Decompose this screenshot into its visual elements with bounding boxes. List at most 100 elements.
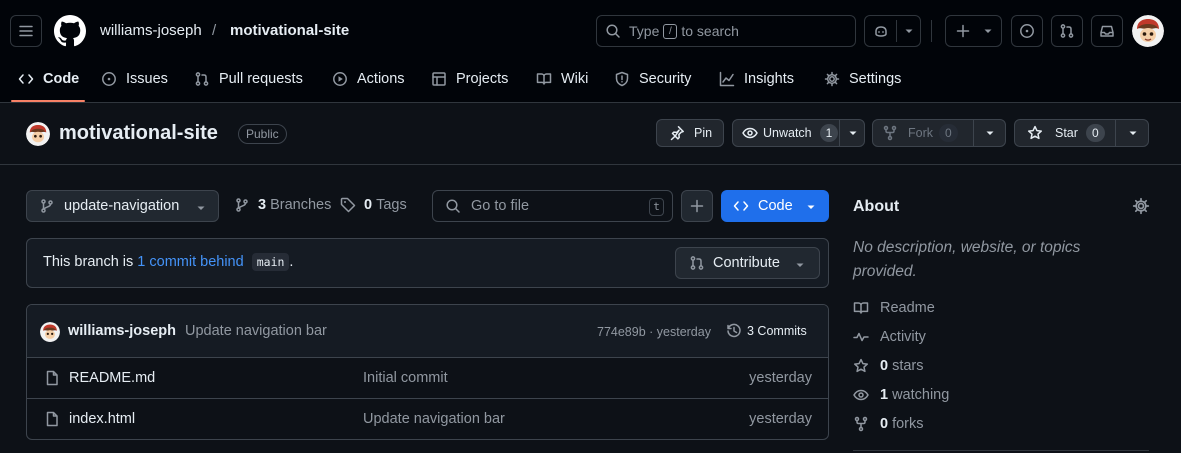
tab-label: Security — [639, 71, 692, 87]
tab-security[interactable]: Security — [614, 68, 691, 90]
tab-label: Projects — [456, 71, 509, 87]
issues-button[interactable] — [1011, 15, 1043, 47]
issue-icon — [102, 72, 116, 86]
breadcrumb-repo[interactable]: motivational-site — [230, 22, 349, 39]
github-logo-icon[interactable] — [54, 15, 86, 47]
create-new-button[interactable] — [945, 15, 1002, 47]
unwatch-button[interactable]: Unwatch 1 — [732, 119, 865, 147]
inbox-button[interactable] — [1091, 15, 1123, 47]
pull-requests-button[interactable] — [1051, 15, 1083, 47]
search-icon — [446, 199, 460, 213]
menu-button[interactable] — [10, 15, 42, 47]
chevron-down-icon — [849, 131, 856, 135]
go-to-file-input[interactable]: Go to file t — [432, 190, 673, 222]
tab-pull-requests[interactable]: Pull requests — [194, 68, 303, 90]
readme-link[interactable]: Readme — [853, 300, 935, 316]
star-dropdown[interactable] — [1115, 120, 1149, 146]
file-commit-message[interactable]: Initial commit — [363, 370, 448, 386]
branch-status-suffix: . — [289, 254, 294, 270]
chevron-down-icon — [905, 29, 913, 33]
code-icon — [733, 201, 749, 211]
search-prefix: Type — [629, 23, 660, 39]
tag-icon — [340, 197, 356, 213]
file-icon — [46, 370, 58, 386]
pin-button[interactable]: Pin — [656, 119, 724, 147]
file-commit-time: yesterday — [749, 411, 812, 427]
code-icon — [18, 74, 34, 84]
stars-link[interactable]: 0 stars — [853, 358, 924, 374]
tab-code[interactable]: Code — [18, 68, 79, 90]
breadcrumb-owner[interactable]: williams-joseph — [100, 22, 202, 39]
contribute-button[interactable]: Contribute — [675, 247, 820, 279]
eye-icon — [853, 389, 869, 401]
commits-count-label: 3 Commits — [747, 324, 807, 338]
commit-meta[interactable]: 774e89b · yesterday — [597, 325, 711, 339]
branch-icon — [41, 199, 53, 213]
commits-history-link[interactable]: 3 Commits — [726, 323, 807, 339]
watch-count: 1 — [819, 124, 839, 142]
chevron-down-icon — [197, 206, 205, 210]
tab-settings[interactable]: Settings — [824, 68, 901, 90]
tab-label: Issues — [126, 71, 168, 87]
gear-icon — [824, 71, 840, 87]
star-icon — [1027, 125, 1043, 140]
stars-count: 0 — [880, 358, 889, 374]
tab-insights[interactable]: Insights — [719, 68, 794, 90]
commit-author[interactable]: williams-joseph — [68, 323, 176, 339]
user-avatar[interactable] — [1132, 15, 1164, 47]
copilot-button[interactable] — [864, 15, 921, 47]
contribute-label: Contribute — [713, 255, 780, 271]
tags-link[interactable]: 0 Tags — [340, 197, 407, 213]
star-button[interactable]: Star 0 — [1014, 119, 1149, 147]
watch-dropdown[interactable] — [839, 120, 865, 146]
pull-request-icon — [1060, 24, 1074, 38]
branches-link[interactable]: 3 Branches — [234, 197, 331, 213]
branch-status-box: This branch is 1 commit behind main. Con… — [26, 238, 829, 288]
watching-count: 1 — [880, 387, 889, 403]
tab-wiki[interactable]: Wiki — [536, 68, 588, 90]
commits-behind-link[interactable]: 1 commit behind — [137, 254, 243, 270]
search-input[interactable]: Type / to search — [596, 15, 856, 47]
branch-selector[interactable]: update-navigation — [26, 190, 219, 222]
book-icon — [536, 73, 552, 85]
fork-icon — [854, 416, 868, 432]
add-file-button[interactable] — [681, 190, 713, 222]
fork-label: Fork — [908, 126, 933, 140]
fork-dropdown[interactable] — [973, 120, 1006, 146]
fork-button[interactable]: Fork 0 — [872, 119, 1006, 147]
tab-projects[interactable]: Projects — [431, 68, 508, 90]
copilot-icon — [875, 26, 887, 37]
table-row[interactable]: README.md Initial commit yesterday — [27, 358, 828, 399]
tags-label: Tags — [376, 197, 407, 213]
chevron-down-icon — [1129, 131, 1136, 135]
table-icon — [432, 72, 446, 86]
tab-label: Code — [43, 71, 80, 87]
tags-count: 0 — [364, 197, 373, 213]
go-to-file-placeholder: Go to file — [471, 198, 530, 214]
file-commit-message[interactable]: Update navigation bar — [363, 411, 505, 427]
chevron-down-icon — [807, 205, 815, 209]
commit-message[interactable]: Update navigation bar — [185, 323, 327, 339]
forks-link[interactable]: 0 forks — [853, 416, 924, 432]
commit-author-avatar[interactable] — [40, 322, 60, 342]
about-heading: About — [853, 198, 900, 215]
tab-issues[interactable]: Issues — [101, 68, 168, 90]
chevron-down-icon — [986, 131, 994, 135]
table-row[interactable]: index.html Update navigation bar yesterd… — [27, 399, 828, 439]
activity-link[interactable]: Activity — [853, 329, 926, 345]
file-icon — [46, 411, 58, 427]
header-divider — [931, 20, 932, 42]
repo-title[interactable]: motivational-site — [59, 122, 218, 145]
file-name[interactable]: README.md — [69, 370, 155, 386]
watching-link[interactable]: 1 watching — [853, 387, 949, 403]
file-name[interactable]: index.html — [69, 411, 135, 427]
gear-icon[interactable] — [1132, 197, 1150, 215]
issue-icon — [1020, 24, 1034, 38]
tab-actions[interactable]: Actions — [332, 68, 405, 90]
owner-avatar[interactable] — [26, 122, 50, 146]
hamburger-icon — [19, 25, 33, 37]
latest-commit-row: williams-joseph Update navigation bar 77… — [27, 305, 828, 358]
graph-icon — [719, 71, 735, 87]
chevron-down-icon — [796, 263, 804, 267]
code-dropdown-button[interactable]: Code — [721, 190, 829, 222]
